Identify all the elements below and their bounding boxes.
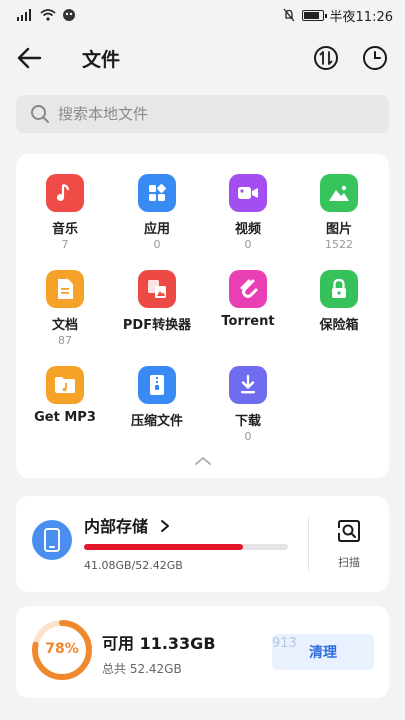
category-label: 保险箱 [319,318,359,333]
app-header: 文件 [0,38,405,78]
category-safe[interactable]: 保险箱 [294,270,384,333]
search-input[interactable] [58,105,358,123]
storage-usage-bar [84,544,288,550]
category-count: 0 [153,238,161,251]
storage-usage-fill [84,544,244,550]
status-left-icons [16,8,76,22]
category-pdf-converter[interactable]: PDF转换器 [112,270,202,333]
storage-title[interactable]: 内部存储 [84,513,172,537]
status-time: 半夜11:26 [329,9,393,25]
mute-icon [283,8,295,22]
search-bar[interactable] [16,95,389,133]
signal-icon [17,9,31,21]
category-label: PDF转换器 [122,318,192,333]
back-arrow-icon[interactable] [16,46,42,70]
category-get-mp3[interactable]: Get MP3 [20,366,110,425]
category-documents[interactable]: 文档 87 [20,270,110,347]
category-label: Torrent [221,314,275,329]
category-label: 应用 [143,222,170,237]
scan-button[interactable]: 扫描 [324,518,374,570]
category-count: 0 [244,238,252,251]
watermark: 913 [272,636,297,651]
torrent-magnet-icon [229,270,267,308]
image-mountain-icon [320,174,358,212]
storage-title-label: 内部存储 [84,517,149,536]
lock-icon [320,270,358,308]
category-label: 图片 [325,222,352,237]
internal-storage-card[interactable]: 内部存储 41.08GB/52.42GB 扫描 [16,496,389,592]
category-count: 1522 [325,238,353,251]
category-count: 87 [58,334,72,347]
download-icon [229,366,267,404]
wifi-icon [40,9,56,21]
category-count: 7 [61,238,69,251]
divider [308,516,309,572]
page-title: 文件 [82,49,121,71]
category-label: 文档 [51,318,78,333]
scan-label: 扫描 [338,556,360,569]
sort-icon[interactable] [311,43,341,73]
status-right-icons: 半夜11:26 [282,6,393,25]
category-label: Get MP3 [34,410,96,425]
phone-icon [32,520,72,560]
total-space-text: 总共 52.42GB [102,662,182,676]
available-space-title: 可用 11.33GB [102,634,216,653]
collapse-chevron-up-icon[interactable] [193,454,213,468]
search-icon [31,105,49,123]
music-note-icon [46,174,84,212]
status-bar: 半夜11:26 [0,0,405,30]
apps-grid-icon [138,174,176,212]
zip-archive-icon [138,366,176,404]
video-camera-icon [229,174,267,212]
category-video[interactable]: 视频 0 [203,174,293,251]
battery-icon [301,9,327,21]
storage-size-text: 41.08GB/52.42GB [84,559,183,572]
category-grid: 音乐 7 应用 0 视频 0 图片 1522 文档 87 PDF转换器 Torr… [16,154,389,478]
pdf-convert-icon [138,270,176,308]
app-notification-icon [63,9,75,21]
category-images[interactable]: 图片 1522 [294,174,384,251]
chevron-right-icon [160,520,169,532]
available-space-card: 78% 可用 11.33GB 总共 52.42GB 清理 913 [16,606,389,698]
category-label: 音乐 [51,222,78,237]
mp3-folder-icon [46,366,84,404]
category-downloads[interactable]: 下载 0 [203,366,293,443]
category-count: 0 [244,430,252,443]
category-torrent[interactable]: Torrent [203,270,293,329]
recent-clock-icon[interactable] [360,43,390,73]
usage-percent: 78% [45,641,79,657]
document-icon [46,270,84,308]
category-music[interactable]: 音乐 7 [20,174,110,251]
category-label: 视频 [234,222,261,237]
category-label: 下载 [234,414,261,429]
scan-icon [338,520,360,542]
category-apps[interactable]: 应用 0 [112,174,202,251]
category-archives[interactable]: 压缩文件 [112,366,202,429]
category-label: 压缩文件 [130,414,183,429]
